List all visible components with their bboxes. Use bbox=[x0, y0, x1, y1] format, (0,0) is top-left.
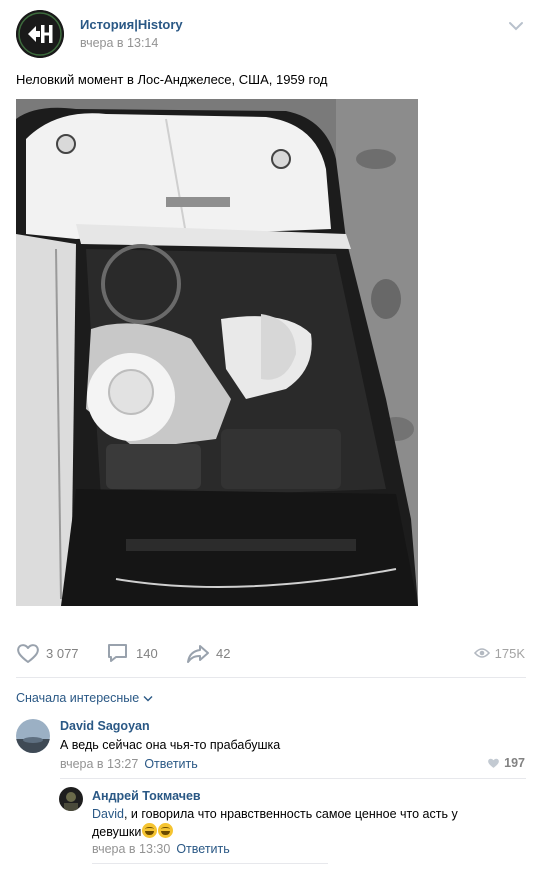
comment-like-count: 197 bbox=[504, 756, 525, 770]
comment-text: David, и говорила что нравственность сам… bbox=[92, 806, 512, 841]
divider bbox=[16, 677, 526, 678]
grinning-emoji-icon bbox=[142, 823, 158, 838]
comment-meta: вчера в 13:30 Ответить bbox=[92, 842, 230, 856]
view-count: 175K bbox=[473, 644, 525, 662]
comment-meta: вчера в 13:27 Ответить bbox=[60, 757, 198, 771]
comment-time[interactable]: вчера в 13:30 bbox=[92, 842, 170, 856]
group-name[interactable]: История|History bbox=[80, 17, 183, 32]
chevron-down-icon[interactable] bbox=[508, 19, 524, 31]
comment-text-line: , и говорила что нравственность самое це… bbox=[123, 807, 458, 821]
share-button[interactable]: 42 bbox=[186, 642, 230, 664]
comment-time[interactable]: вчера в 13:27 bbox=[60, 757, 138, 771]
grinning-emoji-icon bbox=[158, 823, 174, 838]
comment-like-button[interactable]: 197 bbox=[487, 756, 525, 770]
comment-text: А ведь сейчас она чья-то прабабушка bbox=[60, 738, 281, 752]
mention-link[interactable]: David bbox=[92, 807, 124, 821]
sort-label: Сначала интересные bbox=[16, 691, 140, 705]
avatar[interactable] bbox=[16, 719, 50, 753]
eye-icon bbox=[473, 647, 490, 659]
post-time[interactable]: вчера в 13:14 bbox=[80, 36, 158, 50]
comment-bubble-icon bbox=[106, 642, 130, 664]
share-arrow-icon bbox=[186, 642, 210, 664]
reply-button[interactable]: Ответить bbox=[144, 757, 197, 771]
comment-count: 140 bbox=[136, 645, 158, 661]
like-button[interactable]: 3 077 bbox=[16, 642, 79, 664]
comment-button[interactable]: 140 bbox=[106, 642, 158, 664]
comment-author[interactable]: David Sagoyan bbox=[60, 719, 150, 733]
heart-icon bbox=[488, 758, 499, 768]
group-avatar[interactable] bbox=[16, 10, 64, 58]
divider bbox=[92, 863, 328, 864]
share-count: 42 bbox=[216, 645, 231, 661]
heart-icon bbox=[16, 642, 40, 664]
comment-sort-dropdown[interactable]: Сначала интересные bbox=[16, 691, 153, 705]
post-photo[interactable] bbox=[16, 99, 418, 606]
post-text: Неловкий момент в Лос-Анджелесе, США, 19… bbox=[16, 72, 328, 87]
history-logo-icon bbox=[16, 10, 64, 58]
view-count-value: 175K bbox=[494, 645, 525, 661]
chevron-down-icon bbox=[143, 695, 153, 702]
divider bbox=[60, 778, 526, 779]
comment-author[interactable]: Андрей Токмачев bbox=[92, 789, 201, 803]
reply-button[interactable]: Ответить bbox=[176, 842, 229, 856]
avatar[interactable] bbox=[59, 787, 83, 811]
comment-text-line: девушки bbox=[92, 825, 142, 839]
like-count: 3 077 bbox=[46, 645, 79, 661]
